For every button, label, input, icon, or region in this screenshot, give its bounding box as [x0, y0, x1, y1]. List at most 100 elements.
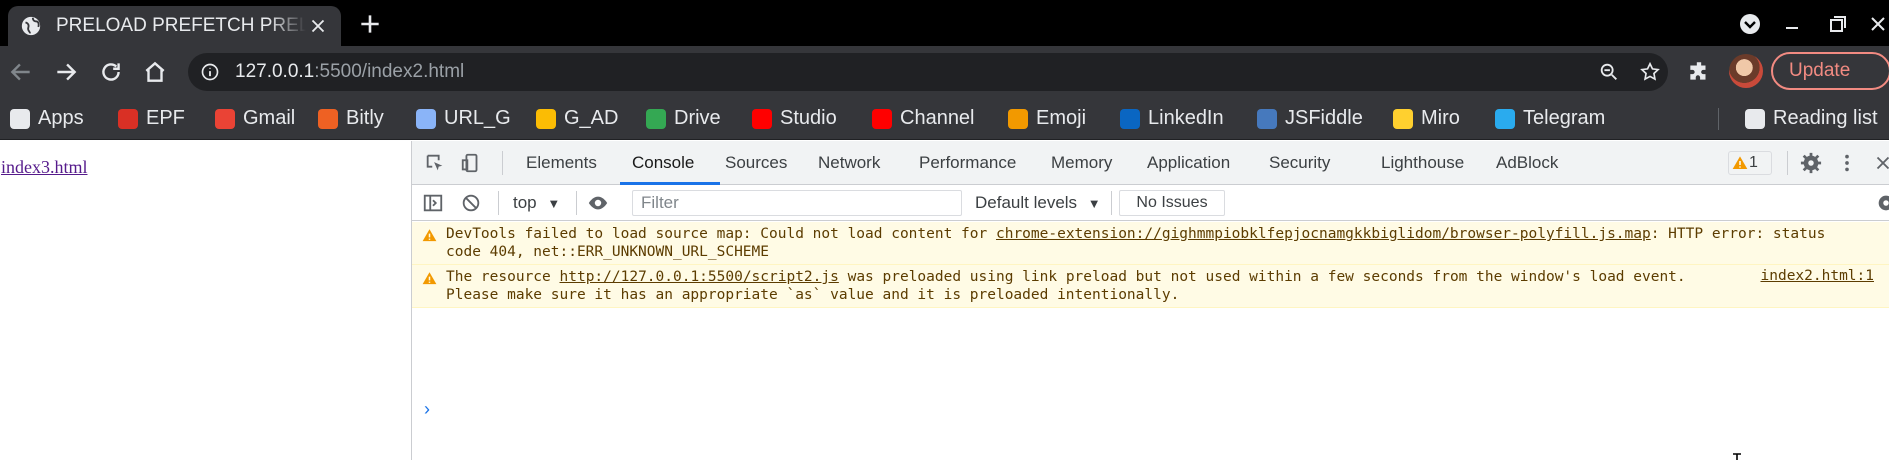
extensions-icon[interactable] [1686, 59, 1712, 85]
bookmark-telegram[interactable]: Telegram [1495, 107, 1605, 130]
console-prompt[interactable]: › [424, 399, 430, 420]
bookmark-bitly[interactable]: Bitly [318, 107, 384, 130]
bookmark-label: Gmail [243, 107, 296, 129]
live-expression-eye-icon[interactable] [587, 192, 609, 214]
bookmark-label: Emoji [1036, 107, 1087, 129]
console-filter-input[interactable]: Filter [632, 190, 962, 216]
close-tab-icon[interactable] [307, 15, 329, 37]
close-window-icon[interactable] [1866, 12, 1889, 36]
warning-icon [422, 229, 437, 242]
message-link[interactable]: http://127.0.0.1:5500/script2.js [560, 269, 839, 285]
devtools-tabbar: Elements Console Sources Network Performance… [412, 141, 1889, 185]
chevron-down-icon: ▼ [547, 196, 561, 211]
tab-adblock[interactable]: AdBlock [1496, 153, 1558, 173]
tab-security[interactable]: Security [1269, 153, 1330, 173]
tab-sources[interactable]: Sources [725, 153, 787, 173]
text-cursor-icon [1733, 453, 1741, 460]
bookmark-label: Studio [780, 107, 837, 129]
console-warning-message: The resource http://127.0.0.1:5500/scrip… [412, 265, 1889, 308]
zoom-icon[interactable] [1598, 61, 1620, 83]
tab-elements[interactable]: Elements [526, 153, 597, 173]
message-text-before: The resource [446, 269, 560, 285]
bookmark-label: Miro [1421, 107, 1460, 129]
bookmarks-divider [1718, 108, 1719, 130]
more-options-icon[interactable] [1836, 152, 1858, 174]
reload-icon[interactable] [98, 59, 124, 85]
update-button[interactable]: Update [1771, 52, 1889, 90]
home-icon[interactable] [142, 59, 168, 85]
bookmark-linkedin[interactable]: LinkedIn [1120, 107, 1224, 130]
tab-memory[interactable]: Memory [1051, 153, 1112, 173]
bookmark-label: Drive [674, 107, 721, 129]
youtube-icon [872, 108, 892, 129]
bookmark-gmail[interactable]: Gmail [215, 107, 295, 130]
toolbar-divider [498, 191, 499, 215]
url-g-icon [416, 108, 436, 129]
index3-link[interactable]: index3.html [1, 157, 88, 178]
back-icon[interactable] [8, 59, 34, 85]
restore-icon[interactable] [1826, 12, 1850, 36]
bookmark-miro[interactable]: Miro [1393, 107, 1460, 130]
new-tab-icon[interactable] [357, 11, 383, 37]
bookmark-label: JSFiddle [1285, 107, 1363, 129]
jsfiddle-icon [1257, 108, 1277, 129]
url-text[interactable]: 127.0.0.1:5500/index2.html [235, 61, 464, 83]
settings-gear-icon[interactable] [1800, 152, 1822, 174]
console-settings-icon[interactable] [1875, 192, 1889, 214]
site-info-icon[interactable] [200, 62, 220, 82]
youtube-studio-icon [752, 108, 772, 129]
message-text-before: DevTools failed to load source map: Coul… [446, 226, 996, 242]
tab-console[interactable]: Console [632, 153, 694, 173]
device-toolbar-icon[interactable] [460, 152, 482, 174]
bookmark-jsfiddle[interactable]: JSFiddle [1257, 107, 1363, 130]
console-sidebar-icon[interactable] [422, 192, 444, 214]
chevron-down-icon: ▼ [1087, 196, 1101, 211]
warning-icon [1732, 156, 1748, 169]
browser-toolbar: 127.0.0.1:5500/index2.html Update [0, 46, 1889, 98]
inspect-element-icon[interactable] [424, 152, 446, 174]
browser-tab-active[interactable]: PRELOAD PREFETCH PRELOAD [8, 6, 341, 46]
bookmark-reading-list[interactable]: Reading list [1745, 107, 1878, 130]
bookmark-star-icon[interactable] [1639, 61, 1661, 83]
tab-search-icon[interactable] [1738, 12, 1762, 36]
tab-application[interactable]: Application [1147, 153, 1230, 173]
bookmark-g-ad[interactable]: G_AD [536, 107, 618, 130]
message-link[interactable]: chrome-extension://gighmmpiobklfepjocnam… [996, 226, 1651, 242]
bookmark-channel[interactable]: Channel [872, 107, 975, 130]
drive-icon [646, 108, 666, 129]
reading-list-icon [1745, 108, 1765, 129]
issues-button[interactable]: No Issues [1119, 190, 1225, 216]
google-ads-icon [536, 108, 556, 129]
message-source-link[interactable]: index2.html:1 [1761, 268, 1875, 284]
bookmark-emoji[interactable]: Emoji [1008, 107, 1086, 130]
toolbar-divider [576, 191, 577, 215]
tab-network[interactable]: Network [818, 153, 880, 173]
minimize-icon[interactable] [1780, 12, 1804, 36]
apps-grid-icon [10, 108, 30, 129]
context-selector[interactable]: top ▼ [513, 193, 560, 213]
bookmark-url-g[interactable]: URL_G [416, 107, 511, 130]
bookmark-label: Apps [38, 107, 84, 129]
bookmark-drive[interactable]: Drive [646, 107, 721, 130]
bookmark-label: G_AD [564, 107, 619, 129]
epf-icon [118, 108, 138, 129]
tab-lighthouse[interactable]: Lighthouse [1381, 153, 1464, 173]
forward-icon[interactable] [53, 59, 79, 85]
close-devtools-icon[interactable] [1872, 152, 1889, 174]
toolbar-divider [1111, 191, 1112, 215]
tab-performance[interactable]: Performance [919, 153, 1016, 173]
profile-avatar[interactable] [1729, 54, 1763, 88]
warnings-counter[interactable]: 1 [1728, 151, 1772, 175]
bookmark-studio[interactable]: Studio [752, 107, 837, 130]
log-levels-dropdown[interactable]: Default levels ▼ [975, 193, 1101, 213]
tab-title: PRELOAD PREFETCH PRELOAD [56, 15, 306, 36]
bookmark-apps[interactable]: Apps [10, 107, 84, 130]
bitly-icon [318, 108, 338, 129]
warnings-count-value: 1 [1749, 154, 1758, 171]
address-bar[interactable]: 127.0.0.1:5500/index2.html [188, 53, 1668, 91]
bookmark-label: URL_G [444, 107, 511, 129]
clear-console-icon[interactable] [460, 192, 482, 214]
telegram-icon [1495, 108, 1515, 129]
toolbar-divider [1787, 151, 1788, 175]
bookmark-epf[interactable]: EPF [118, 107, 185, 130]
